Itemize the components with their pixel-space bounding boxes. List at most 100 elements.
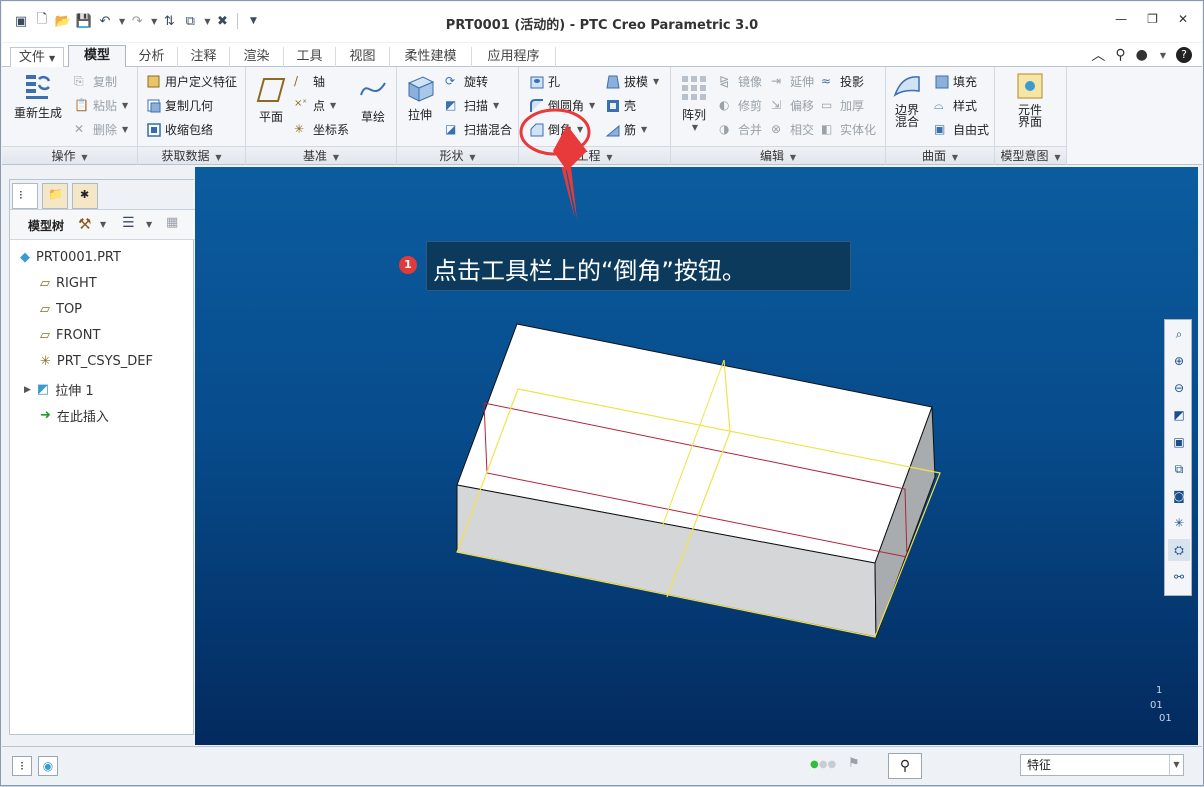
favorites-tab-icon[interactable]: ✱ [72, 183, 98, 209]
tab-file[interactable]: 文件 ▼ [10, 47, 64, 67]
tree-item-right[interactable]: ▱ RIGHT [40, 276, 97, 291]
help-center-icon[interactable]: ● [1136, 47, 1148, 63]
delete-button[interactable]: ✕ 删除 ▼ [74, 121, 128, 138]
group-label-editing[interactable]: 编辑 ▼ [671, 146, 885, 164]
group-label-engineering[interactable]: 工程 ▼ [519, 146, 670, 164]
shrinkwrap-button[interactable]: 收缩包络 [146, 121, 213, 138]
thicken-button[interactable]: ▭ 加厚 [821, 97, 864, 114]
point-button[interactable]: ×ˣ 点 ▼ [294, 97, 336, 114]
udf-button[interactable]: 用户定义特征 [146, 73, 237, 90]
shell-button[interactable]: 壳 [605, 97, 636, 114]
tree-item-extrude[interactable]: ▶ ◩ 拉伸 1 [24, 380, 94, 399]
tab-applications[interactable]: 应用程序 [472, 47, 556, 67]
tab-analysis[interactable]: 分析 [126, 47, 178, 67]
view-toolbar: ⌕ ⊕ ⊖ ◩ ▣ ⧉ ◙ ✳ ⛭ ⚯ [1164, 319, 1192, 596]
draft-icon [605, 74, 621, 90]
extend-button[interactable]: ⇥ 延伸 [771, 73, 814, 90]
rib-button[interactable]: 筋 ▼ [605, 121, 647, 138]
maximize-icon[interactable]: ❐ [1147, 12, 1158, 26]
style-button[interactable]: ⌓ 样式 [934, 97, 977, 114]
refit-icon[interactable]: ⌕ [1168, 323, 1190, 345]
model-tree-label[interactable]: 模型树 [28, 217, 64, 234]
help-icon[interactable]: ? [1176, 47, 1192, 63]
group-surfaces: 边界 混合 填充 ⌓ 样式 ▣ 自由式 曲面 ▼ [886, 67, 995, 165]
group-label-operations[interactable]: 操作 ▼ [2, 146, 137, 164]
repaint-icon[interactable]: ◩ [1168, 404, 1190, 426]
browser-toggle-icon[interactable]: ◉ [38, 756, 58, 776]
tab-view[interactable]: 视图 [336, 47, 390, 67]
tree-item-front[interactable]: ▱ FRONT [40, 328, 100, 343]
zoom-in-icon[interactable]: ⊕ [1168, 350, 1190, 372]
intersect-button[interactable]: ⊗ 相交 [771, 121, 814, 138]
revolve-button[interactable]: ⟳ 旋转 [445, 73, 488, 90]
tab-model[interactable]: 模型 [68, 45, 126, 68]
group-label-datum[interactable]: 基准 ▼ [246, 146, 396, 164]
sweep-button[interactable]: ◩ 扫描 ▼ [445, 97, 499, 114]
project-button[interactable]: ≈ 投影 [821, 73, 864, 90]
tree-settings-icon[interactable]: ⚒ [78, 215, 91, 233]
model-tree-tab-icon[interactable]: ⁝ [12, 183, 38, 209]
title-bar: ▣ 🗋 📂 💾 ↶ ▼ ↷ ▼ ⇅ ⧉ ▼ ✖ ▼ PRT0001 (活动的) - P… [2, 2, 1202, 42]
regenerate-button[interactable]: 重新生成 [14, 71, 62, 121]
close-icon[interactable]: ✕ [1178, 12, 1188, 26]
copy-geometry-button[interactable]: 复制几何 [146, 97, 213, 114]
group-label-get-data[interactable]: 获取数据 ▼ [138, 146, 245, 164]
tree-item-csys[interactable]: ✳ PRT_CSYS_DEF [40, 354, 153, 369]
show-tree-icon[interactable]: ⁝ [12, 756, 32, 776]
pattern-button[interactable]: 阵列 ▼ [679, 73, 709, 132]
swept-blend-button[interactable]: ◪ 扫描混合 [445, 121, 512, 138]
flag-icon[interactable]: ⚑ [848, 756, 860, 771]
tab-render[interactable]: 渲染 [230, 47, 284, 67]
pattern-icon [679, 73, 709, 103]
fill-button[interactable]: 填充 [934, 73, 977, 90]
regen-status-icon: ●●● [810, 759, 837, 770]
paste-icon: 📋 [74, 97, 89, 112]
saved-orientations-icon[interactable]: ⧉ [1168, 458, 1190, 480]
solidify-button[interactable]: ◧ 实体化 [821, 121, 876, 138]
trim-button[interactable]: ◐ 修剪 [719, 97, 762, 114]
tree-columns-icon[interactable]: ☰ [122, 215, 135, 231]
axis-button[interactable]: / 轴 [294, 73, 325, 90]
selection-filter-dropdown[interactable]: 特征 ▼ [1020, 754, 1184, 776]
tree-filter-icon[interactable]: ▦ [166, 215, 178, 230]
view-manager-icon[interactable]: ◙ [1168, 485, 1190, 507]
freestyle-button[interactable]: ▣ 自由式 [934, 121, 989, 138]
group-label-model-intent[interactable]: 模型意图 ▼ [995, 146, 1066, 164]
offset-button[interactable]: ⇲ 偏移 [771, 97, 814, 114]
paste-button[interactable]: 📋 粘贴 ▼ [74, 97, 128, 114]
display-style-icon[interactable]: ▣ [1168, 431, 1190, 453]
draft-button[interactable]: 拔模 ▼ [605, 73, 659, 90]
csys-button[interactable]: ✳ 坐标系 [294, 121, 349, 138]
tab-annotate[interactable]: 注释 [178, 47, 230, 67]
annotation-display-icon[interactable]: ⛭ [1168, 539, 1190, 561]
round-button[interactable]: 倒圆角 ▼ [529, 97, 595, 114]
boundary-blend-button[interactable]: 边界 混合 [892, 71, 922, 128]
extrude-button[interactable]: 拉伸 [405, 73, 435, 123]
merge-button[interactable]: ◑ 合并 [719, 121, 762, 138]
mirror-button[interactable]: ⧎ 镜像 [719, 73, 762, 90]
copy-button[interactable]: ⎘ 复制 [74, 73, 117, 90]
tab-tools[interactable]: 工具 [284, 47, 336, 67]
zoom-out-icon[interactable]: ⊖ [1168, 377, 1190, 399]
search-icon[interactable]: ⚲ [1115, 47, 1125, 63]
spin-center-icon[interactable]: ⚯ [1168, 566, 1190, 588]
component-interface-button[interactable]: 元件 界面 [1015, 71, 1045, 128]
window-controls: — ❐ ✕ [1115, 12, 1188, 26]
folder-browser-tab-icon[interactable]: 📁 [42, 183, 68, 209]
group-label-surfaces[interactable]: 曲面 ▼ [886, 146, 994, 164]
tree-item-part[interactable]: ◆ PRT0001.PRT [20, 250, 121, 265]
hole-button[interactable]: 孔 [529, 73, 560, 90]
datum-display-icon[interactable]: ✳ [1168, 512, 1190, 534]
tree-item-top[interactable]: ▱ TOP [40, 302, 82, 317]
sketch-button[interactable]: 草绘 [358, 75, 388, 125]
chamfer-button[interactable]: 倒角 ▼ [529, 121, 583, 138]
tree-item-insert-here[interactable]: ➜ 在此插入 [40, 406, 109, 425]
help-icons: ︿ ⚲ ● ▼ ? [1091, 45, 1192, 65]
find-icon[interactable]: ⚲ [888, 753, 922, 779]
tab-flexible-modeling[interactable]: 柔性建模 [390, 47, 472, 67]
collapse-ribbon-icon[interactable]: ︿ [1091, 45, 1105, 65]
minimize-icon[interactable]: — [1115, 12, 1127, 26]
group-label-shape[interactable]: 形状 ▼ [397, 146, 518, 164]
expand-arrow-icon[interactable]: ▶ [24, 385, 31, 395]
plane-button[interactable]: 平面 [256, 75, 286, 125]
